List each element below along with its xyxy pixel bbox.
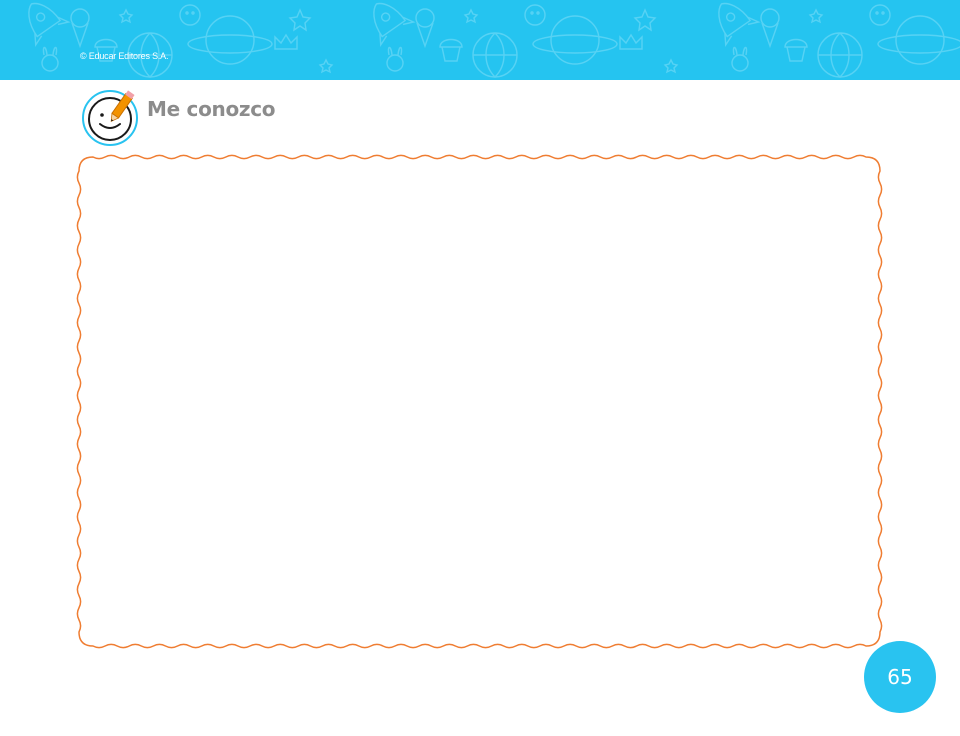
workbook-page: © Educar Editores S.A. Me conozco 65 (0, 0, 960, 736)
copyright-notice: © Educar Editores S.A. (80, 51, 169, 61)
header-band: © Educar Editores S.A. (0, 0, 960, 80)
header-pattern (0, 0, 960, 80)
drawing-area-frame (76, 154, 883, 649)
page-number: 65 (887, 665, 913, 689)
section-title: Me conozco (147, 97, 276, 121)
smiley-pencil-icon (82, 90, 138, 146)
